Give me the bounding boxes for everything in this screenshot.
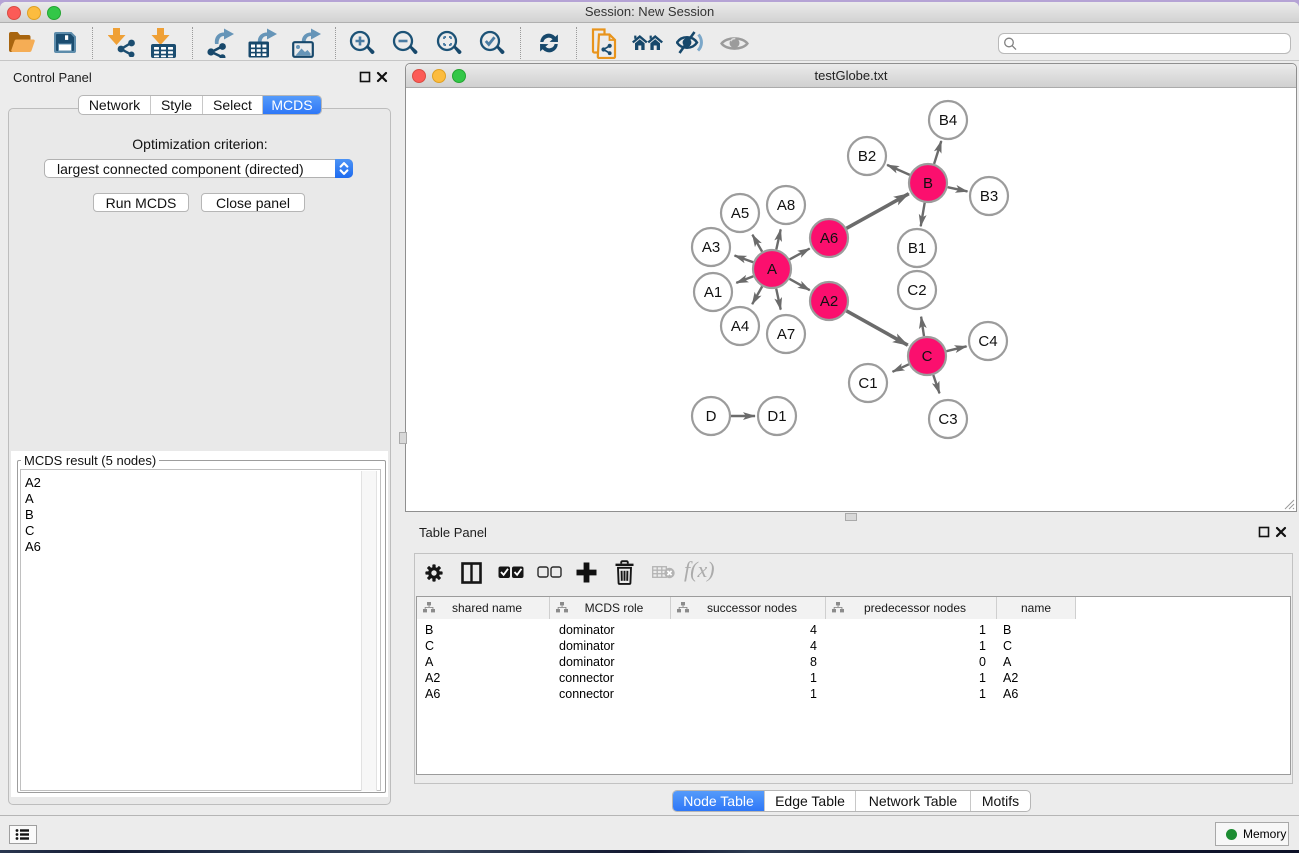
svg-text:B3: B3 [980,188,998,205]
svg-text:B2: B2 [858,148,876,165]
svg-text:A5: A5 [731,205,749,222]
svg-text:A: A [767,261,777,278]
svg-text:A6: A6 [820,230,838,247]
svg-text:D1: D1 [767,408,786,425]
svg-text:C: C [922,348,933,365]
svg-text:C3: C3 [938,411,957,428]
svg-text:C4: C4 [978,333,997,350]
svg-text:B4: B4 [939,112,957,129]
svg-text:A4: A4 [731,318,749,335]
svg-text:B1: B1 [908,240,926,257]
svg-text:A8: A8 [777,197,795,214]
svg-text:C1: C1 [858,375,877,392]
svg-text:A3: A3 [702,239,720,256]
svg-text:C2: C2 [907,282,926,299]
svg-text:D: D [706,408,717,425]
svg-text:B: B [923,175,933,192]
svg-text:A7: A7 [777,326,795,343]
svg-text:A1: A1 [704,284,722,301]
svg-text:A2: A2 [820,293,838,310]
